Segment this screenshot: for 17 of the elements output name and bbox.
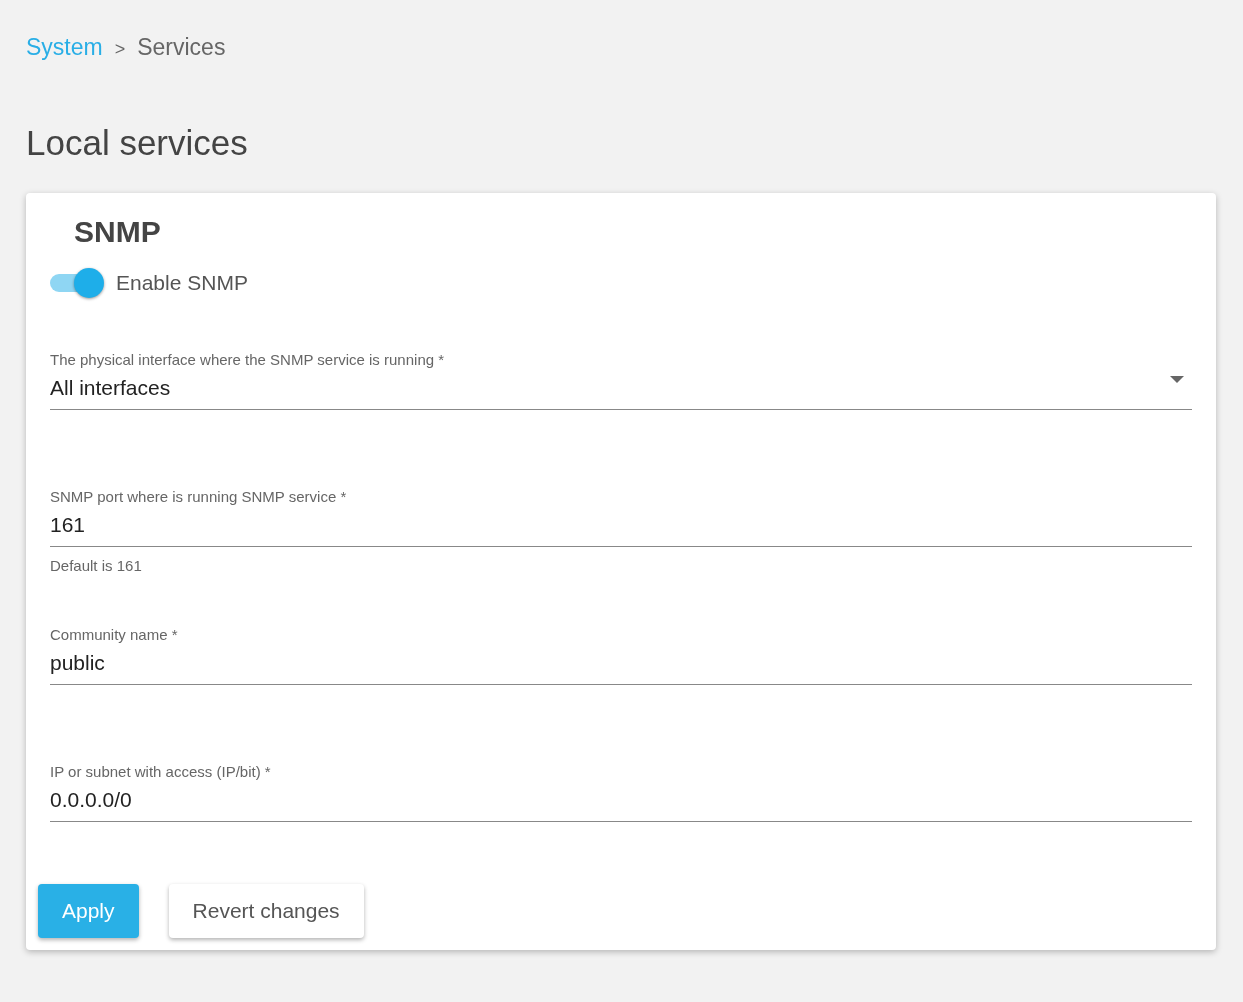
helper-text: Default is 161	[50, 557, 143, 574]
revert-button[interactable]: Revert changes	[168, 884, 364, 938]
toggle-switch[interactable]	[50, 267, 104, 299]
text-input-field[interactable]: 161	[50, 505, 1192, 547]
field-label: The physical interface where the SNMP service is running *	[50, 351, 446, 368]
text-input-field[interactable]: 0.0.0.0/0	[50, 780, 1192, 822]
dropdown-caret-icon	[1170, 375, 1184, 383]
select-field[interactable]: All interfaces	[50, 368, 1192, 410]
breadcrumb-current: Services	[137, 34, 226, 61]
breadcrumb-separator: >	[114, 39, 126, 60]
page-title: Local services	[26, 123, 249, 163]
field-label: Community name *	[50, 626, 179, 643]
toggle-label: Enable SNMP	[116, 271, 248, 295]
field-label: SNMP port where is running SNMP service *	[50, 488, 348, 505]
text-input-field[interactable]: public	[50, 643, 1192, 685]
field-label: IP or subnet with access (IP/bit) *	[50, 763, 272, 780]
section-title: SNMP	[74, 215, 162, 249]
